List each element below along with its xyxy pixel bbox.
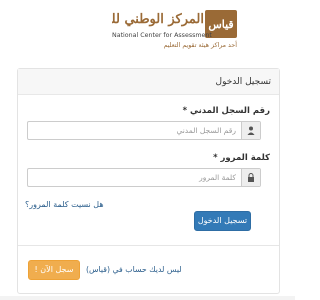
civil-id-input[interactable]: رقم السجل المدني — [27, 121, 261, 140]
panel-title: تسجيل الدخول — [18, 69, 279, 95]
divider — [18, 245, 279, 246]
civil-id-placeholder: رقم السجل المدني — [176, 126, 236, 135]
forgot-password-link[interactable]: هل نسيت كلمة المرور؟ — [25, 200, 104, 209]
password-label: كلمة المرور * — [213, 153, 270, 163]
logo-title-arabic: المركز الوطني للقياس — [112, 12, 204, 27]
site-header: قياس المركز الوطني للقياس National Cente… — [0, 0, 295, 58]
login-button[interactable]: تسجيل الدخول — [194, 211, 251, 231]
no-account-text: ليس لديك حساب في (قياس) — [86, 265, 182, 274]
logo-title-english: National Center for Assessment — [112, 32, 212, 39]
logo-tagline: أحد مراكز هيئة تقويم التعليم — [163, 42, 237, 49]
password-placeholder: كلمة المرور — [199, 173, 236, 182]
civil-id-label: رقم السجل المدني * — [182, 106, 270, 116]
footer-strip — [0, 296, 295, 300]
register-button[interactable]: سجل الآن ! — [28, 260, 80, 280]
login-panel: تسجيل الدخول رقم السجل المدني * رقم السج… — [17, 68, 280, 294]
password-input[interactable]: كلمة المرور — [27, 168, 261, 187]
lock-icon — [241, 169, 260, 186]
user-icon — [241, 122, 260, 139]
